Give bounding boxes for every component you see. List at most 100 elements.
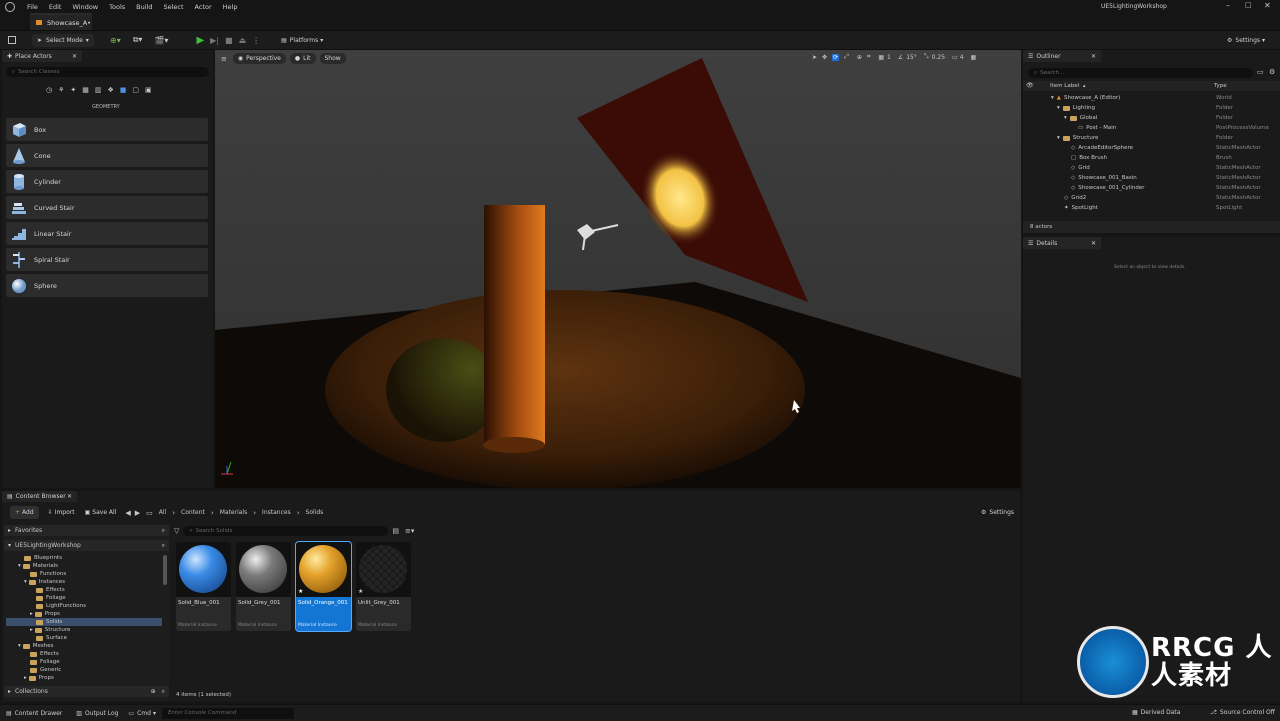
step-icon[interactable]: ▶| — [210, 36, 219, 45]
level-tab[interactable]: Showcase_A• — [30, 13, 92, 30]
add-content-icon[interactable]: ⊕▾ — [110, 36, 121, 45]
tree-item[interactable]: ▸ Props — [30, 610, 60, 618]
breadcrumb-item[interactable]: Content — [181, 509, 205, 516]
more-play-icon[interactable]: ⋮ — [252, 36, 260, 45]
search-icon[interactable]: ⌕ — [162, 542, 165, 550]
asset-search-input[interactable]: ⌕ Search Solids — [183, 526, 389, 536]
close-tab-icon[interactable]: ✕ — [72, 53, 77, 60]
world-space-icon[interactable]: ⊕ — [857, 54, 862, 61]
save-all-button[interactable]: ▣ Save All — [80, 506, 122, 519]
actor-item-cylinder[interactable]: Cylinder — [6, 170, 208, 193]
close-tab-icon[interactable]: ✕ — [1091, 240, 1096, 247]
history-back-icon[interactable]: ◀ — [125, 509, 130, 517]
tree-item[interactable]: ▾ Instances — [24, 578, 65, 586]
all-classes-icon[interactable]: ▣ — [145, 86, 152, 94]
outliner-row[interactable]: ◇ Grid StaticMeshActor — [1023, 163, 1280, 173]
save-search-icon[interactable]: ▤ — [392, 527, 399, 535]
place-actors-tab[interactable]: ✚ Place Actors ✕ — [2, 50, 82, 62]
details-tab[interactable]: ☰ Details ✕ — [1023, 237, 1101, 249]
tree-item[interactable]: Surface — [36, 634, 67, 642]
folder-icon[interactable]: ▭ — [146, 509, 153, 517]
actor-item-linear-stair[interactable]: Linear Stair — [6, 222, 208, 245]
scale-tool-icon[interactable]: ⤢ — [844, 53, 849, 61]
shapes-icon[interactable]: ▦ — [82, 86, 89, 94]
outliner-row[interactable]: ▢ Box Brush Brush — [1023, 153, 1280, 163]
output-log-button[interactable]: ▥ Output Log — [76, 710, 118, 717]
platforms-button[interactable]: ▤ Platforms ▾ — [276, 34, 328, 47]
close-tab-icon[interactable]: ✕ — [1091, 53, 1096, 60]
tree-item[interactable]: Generic — [30, 666, 61, 674]
outliner-row[interactable]: ▾ Structure Folder — [1023, 133, 1280, 143]
project-header[interactable]: ▾ UE5LightingWorkshop ⌕ — [4, 540, 169, 551]
breadcrumb-item[interactable]: Instances — [262, 509, 291, 516]
camera-speed-value[interactable]: 4 — [960, 54, 964, 61]
volumes-icon[interactable]: ▢ — [132, 86, 139, 94]
search-icon[interactable]: ⌕ — [162, 688, 165, 696]
close-window-icon[interactable]: ✕ — [1264, 1, 1271, 10]
outliner-settings-icon[interactable]: ⚙ — [1269, 68, 1275, 76]
minimize-icon[interactable]: – — [1226, 1, 1230, 10]
actor-item-spiral-stair[interactable]: Spiral Stair — [6, 248, 208, 271]
content-browser-tab[interactable]: ▤ Content Browser ✕ — [2, 491, 77, 502]
actor-item-cone[interactable]: Cone — [6, 144, 208, 167]
translate-tool-icon[interactable]: ✥ — [822, 54, 827, 61]
visual-effects-icon[interactable]: ❖ — [108, 86, 114, 94]
tree-item[interactable]: Functions — [30, 570, 66, 578]
outliner-row[interactable]: ▾ Lighting Folder — [1023, 103, 1280, 113]
unreal-logo-icon[interactable] — [5, 1, 15, 12]
add-button[interactable]: + Add — [10, 506, 39, 519]
rotation-snap-icon[interactable]: ∠ — [898, 54, 903, 61]
stop-icon[interactable]: ■ — [225, 36, 233, 45]
blueprints-icon[interactable]: ⧉▾ — [133, 35, 143, 45]
grid-snap-value[interactable]: 1 — [887, 54, 891, 61]
outliner-row[interactable]: ▾ Global Folder — [1023, 113, 1280, 123]
tree-item[interactable]: ▸ Props — [24, 674, 54, 682]
breadcrumb-item[interactable]: Solids — [306, 509, 324, 516]
layout-icon[interactable]: ▦ — [971, 54, 977, 61]
scale-snap-value[interactable]: 0.25 — [932, 54, 945, 61]
breadcrumb-item[interactable]: Materials — [220, 509, 248, 516]
derived-data-button[interactable]: ▦ Derived Data — [1132, 709, 1180, 716]
add-collection-icon[interactable]: ⊕ — [151, 688, 156, 695]
tree-item[interactable]: LightFunctions — [36, 602, 86, 610]
item-label-header[interactable]: Item Label — [1050, 83, 1079, 89]
filter-icon[interactable]: ▽ — [174, 527, 179, 535]
save-icon[interactable] — [8, 36, 16, 44]
cinematic-icon[interactable]: ▥ — [95, 86, 102, 94]
source-control-button[interactable]: ⎇ Source Control Off — [1210, 709, 1275, 716]
collections-header[interactable]: ▸ Collections ⊕ ⌕ — [4, 686, 169, 697]
search-classes-input[interactable]: ⌕ Search Classes — [6, 67, 209, 77]
menu-tools[interactable]: Tools — [109, 3, 125, 11]
menu-edit[interactable]: Edit — [49, 3, 62, 11]
tree-item[interactable]: ▸ Structure — [30, 626, 70, 634]
scale-snap-icon[interactable]: ⤡ — [924, 53, 929, 61]
rotation-snap-value[interactable]: 15° — [906, 54, 917, 61]
menu-window[interactable]: Window — [72, 3, 98, 11]
tree-item[interactable]: Effects — [30, 650, 59, 658]
geometry-icon[interactable]: ■ — [120, 86, 127, 94]
breadcrumb-item[interactable]: All — [159, 509, 166, 516]
close-tab-icon[interactable]: ✕ — [67, 493, 72, 500]
outliner-row[interactable]: ✦ SpotLight SpotLight — [1023, 203, 1280, 213]
actor-item-curved-stair[interactable]: Curved Stair — [6, 196, 208, 219]
outliner-row[interactable]: ▾ ▲ Showcase_A (Editor) World — [1023, 93, 1280, 103]
settings-button[interactable]: ⚙ Settings ▾ — [1222, 34, 1270, 47]
tree-item[interactable]: Foliage — [30, 658, 60, 666]
menu-actor[interactable]: Actor — [195, 3, 212, 11]
play-icon[interactable]: ▶ — [196, 35, 204, 46]
camera-speed-icon[interactable]: ▭ — [952, 54, 958, 61]
grid-snap-icon[interactable]: ▦ — [878, 54, 884, 61]
search-icon[interactable]: ⌕ — [162, 527, 165, 535]
recent-icon[interactable]: ◷ — [46, 86, 52, 94]
favorites-header[interactable]: ▸ Favorites ⌕ — [4, 525, 169, 536]
asset-tile[interactable]: Solid_Blue_001 Material Instance — [176, 542, 231, 631]
menu-file[interactable]: File — [27, 3, 38, 11]
eject-icon[interactable]: ⏏ — [239, 36, 247, 45]
outliner-search-input[interactable]: ⌕ Search... — [1028, 68, 1253, 78]
asset-tile-selected[interactable]: ★ Solid_Orange_001 Material Instance — [295, 541, 352, 632]
tree-item[interactable]: Foliage — [36, 594, 66, 602]
import-button[interactable]: ⇩ Import — [43, 506, 80, 519]
tree-item[interactable]: Blueprints — [24, 554, 62, 562]
type-header[interactable]: Type — [1214, 83, 1227, 89]
maximize-icon[interactable]: □ — [1245, 1, 1252, 9]
